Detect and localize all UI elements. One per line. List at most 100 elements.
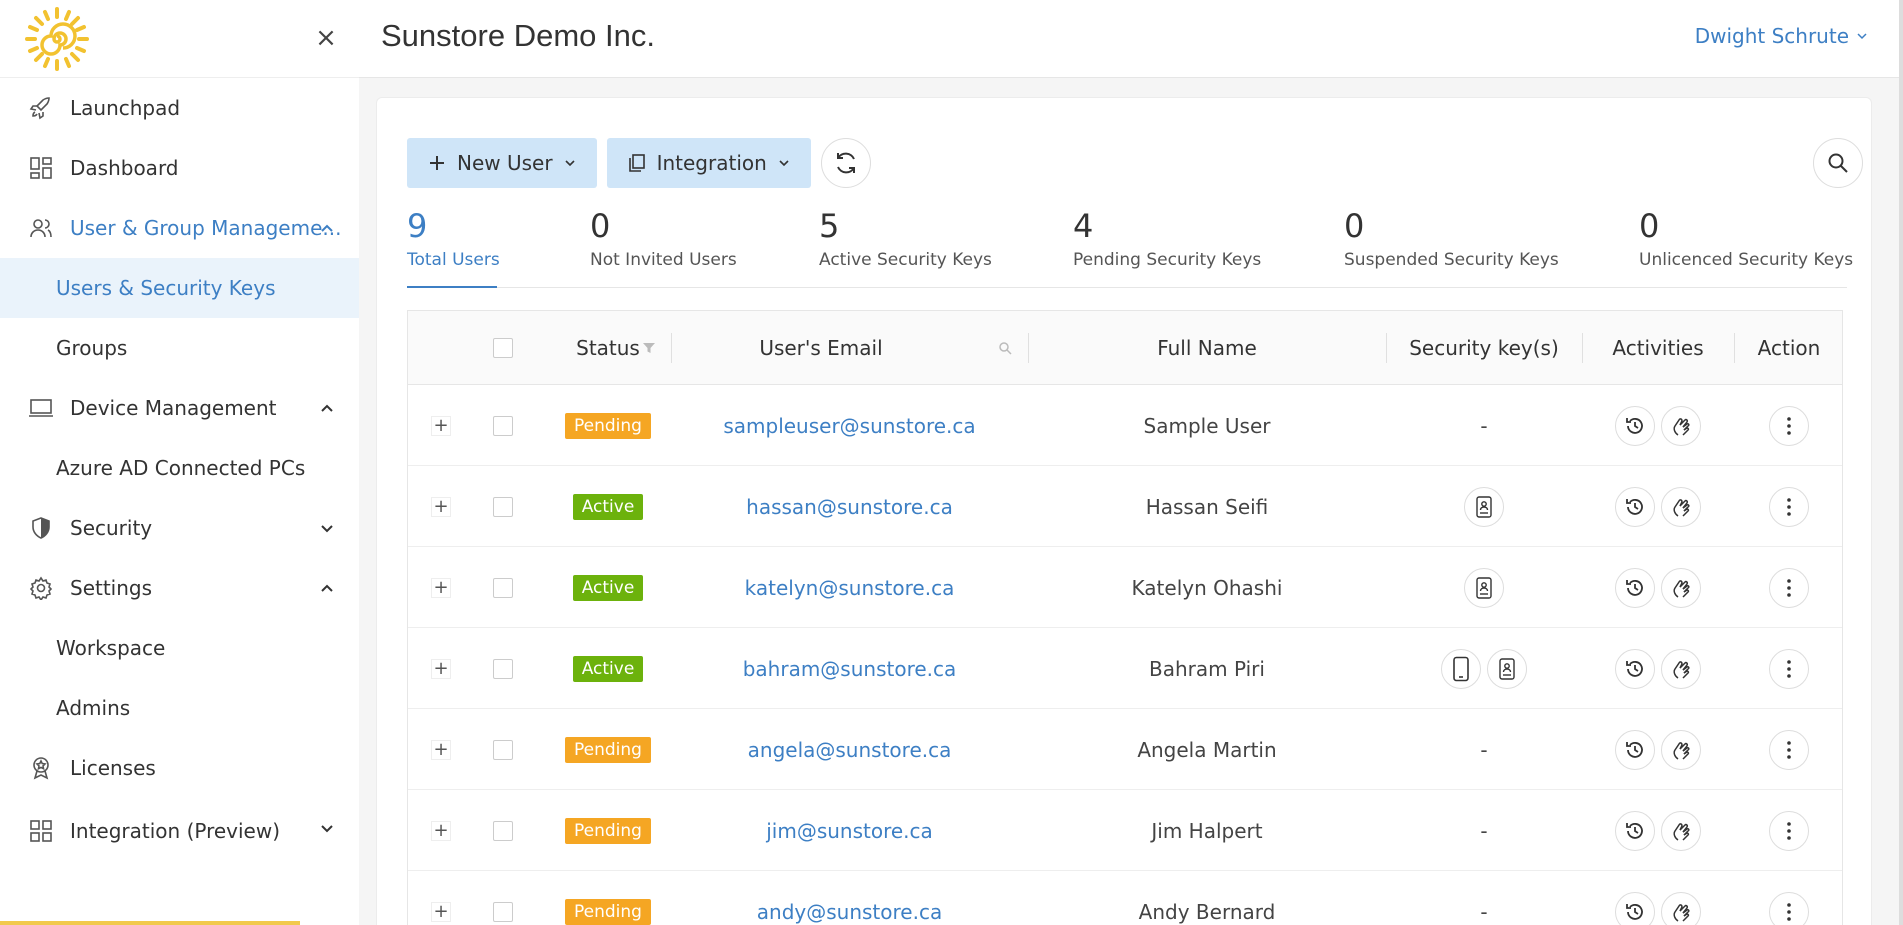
activity-history-button[interactable] xyxy=(1615,810,1655,851)
keys-cell: - xyxy=(1386,790,1582,871)
name-cell: Hassan Seifi xyxy=(1028,466,1386,547)
security-key-card-button[interactable] xyxy=(1464,486,1504,527)
page-scrollbar[interactable] xyxy=(1899,0,1903,925)
sidebar-item-label: Device Management xyxy=(70,396,277,420)
row-actions-button[interactable] xyxy=(1769,810,1809,851)
row-actions-button[interactable] xyxy=(1769,405,1809,446)
security-key-card-button[interactable] xyxy=(1464,567,1504,608)
sidebar-item-licenses[interactable]: Licenses xyxy=(0,738,359,798)
expand-row-button[interactable]: + xyxy=(431,577,451,598)
row-checkbox[interactable] xyxy=(493,415,513,436)
sidebar-item-launchpad[interactable]: Launchpad xyxy=(0,78,359,138)
filter-icon[interactable] xyxy=(642,341,656,355)
integration-button[interactable]: Integration xyxy=(606,138,811,188)
name-cell: Sample User xyxy=(1028,385,1386,466)
stat-total-users[interactable]: 9 Total Users xyxy=(407,206,500,288)
row-checkbox[interactable] xyxy=(493,658,513,679)
stat-pending-security-keys[interactable]: 4 Pending Security Keys xyxy=(1073,206,1261,288)
expand-row-button[interactable]: + xyxy=(431,820,451,841)
select-all-cell xyxy=(488,311,518,385)
history-icon xyxy=(1626,741,1643,758)
action-cell xyxy=(1734,547,1844,628)
expand-row-button[interactable]: + xyxy=(431,901,451,922)
fingerprint-activity-button[interactable] xyxy=(1661,810,1701,851)
row-actions-button[interactable] xyxy=(1769,648,1809,689)
activity-history-button[interactable] xyxy=(1615,729,1655,770)
chevron-up-icon xyxy=(321,584,333,592)
expand-row-button[interactable]: + xyxy=(431,496,451,517)
close-sidebar-button[interactable]: × xyxy=(312,24,340,52)
row-checkbox[interactable] xyxy=(493,820,513,841)
user-email-link[interactable]: katelyn@sunstore.ca xyxy=(745,576,955,600)
stat-unlicenced-security-keys[interactable]: 0 Unlicenced Security Keys xyxy=(1639,206,1853,288)
row-checkbox[interactable] xyxy=(493,496,513,517)
user-email-link[interactable]: hassan@sunstore.ca xyxy=(746,495,953,519)
sidebar-item-label: Dashboard xyxy=(70,156,179,180)
keys-cell xyxy=(1386,628,1582,709)
sidebar-item-security[interactable]: Security xyxy=(0,498,359,558)
select-all-checkbox[interactable] xyxy=(493,338,513,358)
row-actions-button[interactable] xyxy=(1769,729,1809,770)
stat-label: Total Users xyxy=(407,250,500,270)
sidebar-item-label: Licenses xyxy=(70,756,156,780)
user-email-link[interactable]: andy@sunstore.ca xyxy=(757,900,942,924)
table-body: + Pending sampleuser@sunstore.ca Sample … xyxy=(408,385,1842,925)
phone-key-button[interactable] xyxy=(1441,648,1481,689)
fingerprint-activity-button[interactable] xyxy=(1661,486,1701,527)
row-checkbox[interactable] xyxy=(493,577,513,598)
stat-suspended-security-keys[interactable]: 0 Suspended Security Keys xyxy=(1344,206,1559,288)
stat-label: Pending Security Keys xyxy=(1073,250,1262,270)
expand-cell: + xyxy=(426,385,456,466)
stat-value: 5 xyxy=(819,207,840,245)
user-email-link[interactable]: sampleuser@sunstore.ca xyxy=(723,414,975,438)
fingerprint-activity-button[interactable] xyxy=(1661,648,1701,689)
expand-row-button[interactable]: + xyxy=(431,739,451,760)
sidebar-item-azure-ad-connected-pcs[interactable]: Azure AD Connected PCs xyxy=(0,438,359,498)
activity-history-button[interactable] xyxy=(1615,486,1655,527)
refresh-button[interactable] xyxy=(820,138,871,188)
row-actions-button[interactable] xyxy=(1769,891,1809,925)
sidebar-item-workspace[interactable]: Workspace xyxy=(0,618,359,678)
row-checkbox[interactable] xyxy=(493,739,513,760)
fingerprint-activity-button[interactable] xyxy=(1661,567,1701,608)
sidebar-item-user-group-management[interactable]: User & Group Manageme... xyxy=(0,198,359,258)
sidebar-item-admins[interactable]: Admins xyxy=(0,678,359,738)
stat-not-invited-users[interactable]: 0 Not Invited Users xyxy=(590,206,737,288)
stat-active-security-keys[interactable]: 5 Active Security Keys xyxy=(819,206,992,288)
select-cell xyxy=(488,547,518,628)
sidebar-item-settings[interactable]: Settings xyxy=(0,558,359,618)
sidebar-item-users-security-keys[interactable]: Users & Security Keys xyxy=(0,258,359,318)
user-email-link[interactable]: jim@sunstore.ca xyxy=(766,819,933,843)
expand-row-button[interactable]: + xyxy=(431,415,451,436)
activity-history-button[interactable] xyxy=(1615,891,1655,925)
expand-cell: + xyxy=(426,871,456,925)
row-checkbox[interactable] xyxy=(493,901,513,922)
chevron-down-icon xyxy=(565,160,575,167)
more-vertical-icon xyxy=(1787,902,1791,921)
fingerprint-activity-button[interactable] xyxy=(1661,729,1701,770)
user-email-link[interactable]: angela@sunstore.ca xyxy=(748,738,952,762)
sidebar-item-groups[interactable]: Groups xyxy=(0,318,359,378)
sidebar-item-dashboard[interactable]: Dashboard xyxy=(0,138,359,198)
user-email-link[interactable]: bahram@sunstore.ca xyxy=(743,657,957,681)
row-actions-button[interactable] xyxy=(1769,567,1809,608)
status-cell: Pending xyxy=(538,709,678,790)
user-menu[interactable]: Dwight Schrute xyxy=(1695,24,1869,48)
fingerprint-activity-button[interactable] xyxy=(1661,891,1701,925)
fingerprint-activity-button[interactable] xyxy=(1661,405,1701,446)
security-key-card-button[interactable] xyxy=(1487,648,1527,689)
activity-history-button[interactable] xyxy=(1615,567,1655,608)
new-user-button[interactable]: New User xyxy=(407,138,597,188)
activity-history-button[interactable] xyxy=(1615,405,1655,446)
search-button[interactable] xyxy=(1813,138,1863,188)
row-actions-button[interactable] xyxy=(1769,486,1809,527)
column-search-icon[interactable] xyxy=(998,341,1012,355)
copy-icon xyxy=(628,154,645,172)
sidebar-item-device-management[interactable]: Device Management xyxy=(0,378,359,438)
sidebar-item-integration-preview[interactable]: Integration (Preview) xyxy=(0,798,359,864)
user-full-name: Angela Martin xyxy=(1137,737,1277,762)
expand-row-button[interactable]: + xyxy=(431,658,451,679)
keys-cell: - xyxy=(1386,871,1582,925)
activity-history-button[interactable] xyxy=(1615,648,1655,689)
keys-cell: - xyxy=(1386,385,1582,466)
